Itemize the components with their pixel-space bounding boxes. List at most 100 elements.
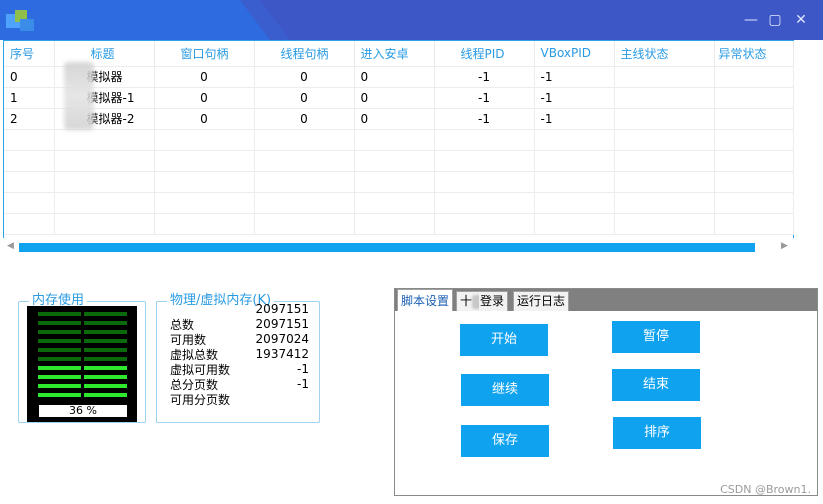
- memory-meter-bar: [38, 339, 81, 343]
- cell-window-handle: 0: [154, 65, 255, 88]
- cell-thread-handle: 0: [254, 65, 355, 88]
- stat-label-page-total: 总分页数: [170, 378, 219, 392]
- stat-value: -1: [297, 377, 309, 391]
- table-row-empty[interactable]: [4, 129, 794, 151]
- col-header-error-status[interactable]: 异常状态: [714, 41, 794, 66]
- col-header-enter-android[interactable]: 进入安卓: [354, 41, 435, 66]
- stat-label-virtual-total: 虚拟总数: [170, 348, 219, 362]
- cell-main-status: [614, 87, 715, 109]
- table-row[interactable]: 1 模拟器-1 0 0 0 -1 -1: [4, 87, 794, 109]
- physical-memory-group: 物理/虚拟内存(K) 总数 可用数 虚拟总数 虚拟可用数 总分页数 可用分页数 …: [156, 293, 320, 423]
- table-row-empty[interactable]: [4, 150, 794, 172]
- start-button[interactable]: 开始: [460, 324, 548, 356]
- memory-meter-bar: [38, 357, 81, 361]
- stat-value: 2097024: [255, 332, 309, 346]
- continue-button[interactable]: 继续: [461, 374, 549, 406]
- cell-error-status: [714, 108, 794, 130]
- memory-meter-bar: [38, 393, 81, 397]
- table-row[interactable]: 2 模拟器-2 0 0 0 -1 -1: [4, 108, 794, 130]
- stat-value: 2097151: [255, 302, 309, 316]
- save-button[interactable]: 保存: [461, 425, 549, 457]
- memory-meter-bar: [84, 384, 127, 388]
- cell-thread-handle: 0: [254, 108, 355, 130]
- physical-memory-values: 2097151 2097151 2097024 1937412 -1 -1: [256, 302, 309, 392]
- cell-error-status: [714, 65, 794, 88]
- tab-login[interactable]: 登录: [479, 291, 509, 311]
- col-header-thread-handle[interactable]: 线程句柄: [254, 41, 355, 66]
- memory-meter: 36 %: [27, 306, 137, 422]
- watermark-text: CSDN @Brown1.: [720, 483, 811, 496]
- cell-window-handle: 0: [154, 108, 255, 130]
- memory-meter-bar: [84, 357, 127, 361]
- table-row-empty[interactable]: [4, 171, 794, 193]
- cell-thread-pid: -1: [434, 87, 535, 109]
- col-header-main-status[interactable]: 主线状态: [614, 41, 715, 66]
- stat-value: 1937412: [255, 347, 309, 361]
- minimize-button[interactable]: —: [742, 11, 760, 29]
- scroll-left-icon[interactable]: ◀: [7, 241, 14, 251]
- physical-memory-labels: 总数 可用数 虚拟总数 虚拟可用数 总分页数 可用分页数: [170, 318, 230, 408]
- memory-meter-bar: [38, 348, 81, 352]
- redacted-smudge: [64, 62, 94, 130]
- cell-error-status: [714, 87, 794, 109]
- table-row[interactable]: 0 模拟器 0 0 0 -1 -1: [4, 65, 794, 88]
- col-header-thread-pid[interactable]: 线程PID: [434, 41, 535, 66]
- cell-thread-handle: 0: [254, 87, 355, 109]
- scrollbar-thumb[interactable]: [19, 243, 755, 252]
- cell-main-status: [614, 65, 715, 88]
- memory-meter-bar: [84, 321, 127, 325]
- grid-header-row: 序号 标题 窗口句柄 线程句柄 进入安卓 线程PID VBoxPID 主线状态 …: [4, 41, 794, 66]
- table-row-empty[interactable]: [4, 213, 794, 235]
- memory-meter-bar: [84, 375, 127, 379]
- tab-ten-label: 十: [460, 294, 473, 308]
- cell-enter-android: 0: [354, 87, 435, 109]
- maximize-button[interactable]: ▢: [766, 11, 784, 29]
- memory-meter-bar: [84, 339, 127, 343]
- title-bar[interactable]: — ▢ ✕: [0, 0, 823, 40]
- cell-window-handle: 0: [154, 87, 255, 109]
- cell-thread-pid: -1: [434, 108, 535, 130]
- stat-label-total: 总数: [170, 318, 195, 332]
- memory-meter-bar: [84, 330, 127, 334]
- cell-vbox-pid: -1: [534, 87, 615, 109]
- col-header-vbox-pid[interactable]: VBoxPID: [534, 41, 615, 66]
- memory-meter-bar: [84, 393, 127, 397]
- cell-main-status: [614, 108, 715, 130]
- memory-meter-bar: [38, 312, 81, 316]
- col-header-index[interactable]: 序号: [4, 41, 55, 66]
- tab-strip: 脚本设置 十 登录 运行日志: [395, 289, 817, 311]
- table-row-empty[interactable]: [4, 192, 794, 214]
- memory-meter-bar: [38, 375, 81, 379]
- memory-usage-group: 内存使用 36 %: [18, 293, 146, 423]
- memory-percent: 36 %: [39, 405, 127, 417]
- horizontal-scrollbar[interactable]: ◀ ▶: [3, 238, 794, 254]
- memory-meter-bar: [84, 366, 127, 370]
- stat-label-virtual-available: 虚拟可用数: [170, 363, 231, 377]
- sort-button[interactable]: 排序: [613, 417, 701, 449]
- scroll-right-icon[interactable]: ▶: [781, 241, 788, 251]
- tab-run-log[interactable]: 运行日志: [513, 291, 570, 311]
- cell-index: 0: [4, 65, 55, 88]
- memory-meter-bar: [84, 348, 127, 352]
- title-bar-accent: [0, 0, 270, 40]
- memory-meter-bar: [38, 321, 81, 325]
- cell-vbox-pid: -1: [534, 108, 615, 130]
- cell-index: 1: [4, 87, 55, 109]
- close-button[interactable]: ✕: [792, 11, 810, 29]
- end-button[interactable]: 结束: [612, 369, 700, 401]
- tab-script-settings[interactable]: 脚本设置: [397, 289, 454, 311]
- script-tab-panel: 脚本设置 十 登录 运行日志 开始 暂停 继续 结束 保存 排序: [394, 288, 818, 496]
- cell-enter-android: 0: [354, 108, 435, 130]
- cell-index: 2: [4, 108, 55, 130]
- cell-vbox-pid: -1: [534, 65, 615, 88]
- col-header-window-handle[interactable]: 窗口句柄: [154, 41, 255, 66]
- stat-label-available: 可用数: [170, 333, 207, 347]
- app-logo-icon: [6, 10, 36, 32]
- pause-button[interactable]: 暂停: [612, 321, 700, 353]
- stat-label-page-available: 可用分页数: [170, 393, 231, 407]
- memory-meter-bar: [38, 366, 81, 370]
- cell-enter-android: 0: [354, 65, 435, 88]
- cell-thread-pid: -1: [434, 65, 535, 88]
- stat-value: -1: [297, 362, 309, 376]
- emulator-grid[interactable]: 序号 标题 窗口句柄 线程句柄 进入安卓 线程PID VBoxPID 主线状态 …: [3, 40, 794, 254]
